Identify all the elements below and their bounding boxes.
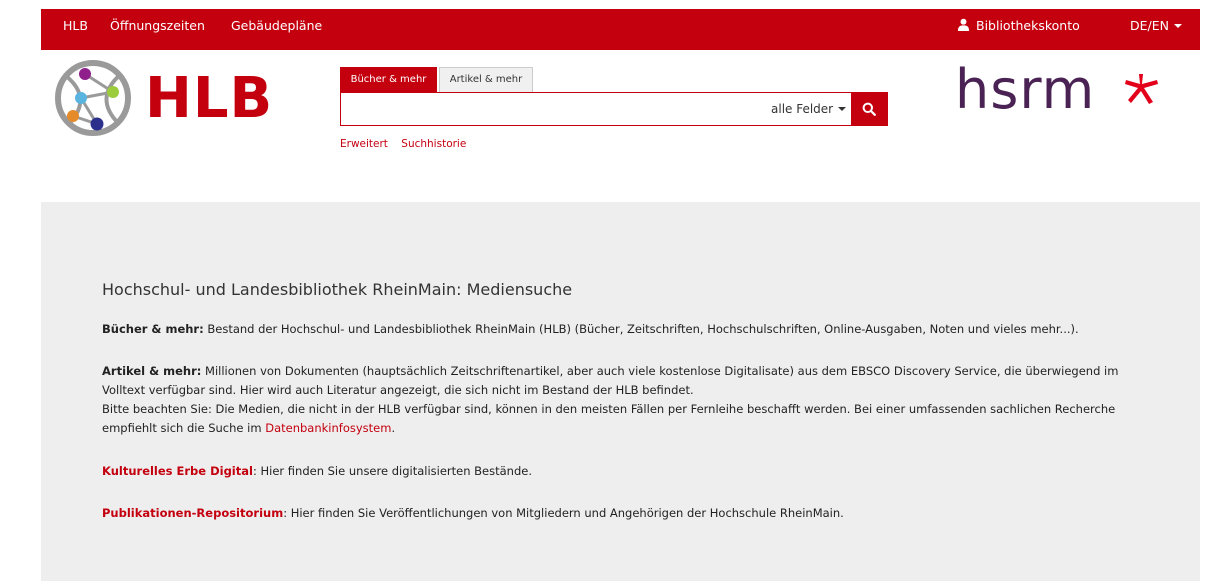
tab-artikel-mehr[interactable]: Artikel & mehr: [439, 67, 533, 93]
search-field-select[interactable]: alle Felder: [771, 93, 847, 125]
search-button[interactable]: [851, 93, 887, 125]
books-description: Bücher & mehr: Bestand der Hochschul- un…: [102, 320, 1162, 339]
articles-label: Artikel & mehr:: [102, 364, 202, 378]
nav-link-oeffnungszeiten[interactable]: Öffnungszeiten: [110, 9, 205, 50]
hlb-logo[interactable]: HLB: [51, 58, 291, 140]
search-history-link[interactable]: Suchhistorie: [401, 138, 466, 150]
user-icon: [957, 18, 970, 31]
hsrm-logo-text: hsrm: [955, 58, 1096, 121]
hsrm-star-icon: [1125, 74, 1158, 104]
content-panel: Hochschul- und Landesbibliothek RheinMai…: [41, 202, 1200, 581]
language-label: DE/EN: [1130, 18, 1169, 33]
publikationen-link[interactable]: Publikationen-Repositorium: [102, 506, 283, 520]
advanced-search-link[interactable]: Erweitert: [340, 138, 388, 150]
caret-down-icon: [838, 107, 847, 111]
nav-link-gebaeudeplaene[interactable]: Gebäudepläne: [231, 9, 322, 50]
dbis-link[interactable]: Datenbankinfosystem: [265, 421, 391, 435]
search-field-label: alle Felder: [771, 102, 834, 116]
tab-buecher-mehr[interactable]: Bücher & mehr: [340, 67, 437, 93]
kulturelles-text: : Hier finden Sie unsere digitalisierten…: [252, 464, 532, 478]
search-bar: alle Felder: [340, 92, 888, 126]
dbis-after: .: [391, 421, 396, 435]
nav-link-hlb[interactable]: HLB: [63, 9, 88, 50]
books-text: Bestand der Hochschul- und Landesbibliot…: [203, 322, 1079, 336]
articles-text: Millionen von Dokumenten (hauptsächlich …: [102, 364, 1119, 397]
publikationen-description: Publikationen-Repositorium: Hier finden …: [102, 504, 1162, 523]
kulturelles-description: Kulturelles Erbe Digital: Hier finden Si…: [102, 462, 1162, 481]
publikationen-text: : Hier finden Sie Veröffentlichungen von…: [283, 506, 844, 520]
page-title: Hochschul- und Landesbibliothek RheinMai…: [102, 280, 573, 299]
kulturelles-erbe-link[interactable]: Kulturelles Erbe Digital: [102, 464, 253, 478]
search-sublinks: Erweitert Suchhistorie: [340, 138, 476, 150]
language-dropdown[interactable]: DE/EN: [1130, 9, 1182, 50]
network-globe-icon: [55, 60, 131, 136]
top-nav-bar: HLB Öffnungszeiten Gebäudepläne Biblioth…: [41, 9, 1200, 50]
nav-link-account[interactable]: Bibliothekskonto: [957, 9, 1080, 50]
account-label: Bibliothekskonto: [976, 18, 1080, 33]
articles-note: Bitte beachten Sie: Die Medien, die nich…: [102, 402, 1116, 435]
caret-down-icon: [1173, 24, 1182, 28]
hsrm-logo[interactable]: hsrm: [955, 60, 1175, 126]
books-label: Bücher & mehr:: [102, 322, 204, 336]
search-icon: [862, 102, 876, 116]
search-input[interactable]: [341, 93, 761, 125]
articles-description: Artikel & mehr: Millionen von Dokumenten…: [102, 362, 1162, 438]
hlb-logo-text: HLB: [145, 66, 274, 131]
